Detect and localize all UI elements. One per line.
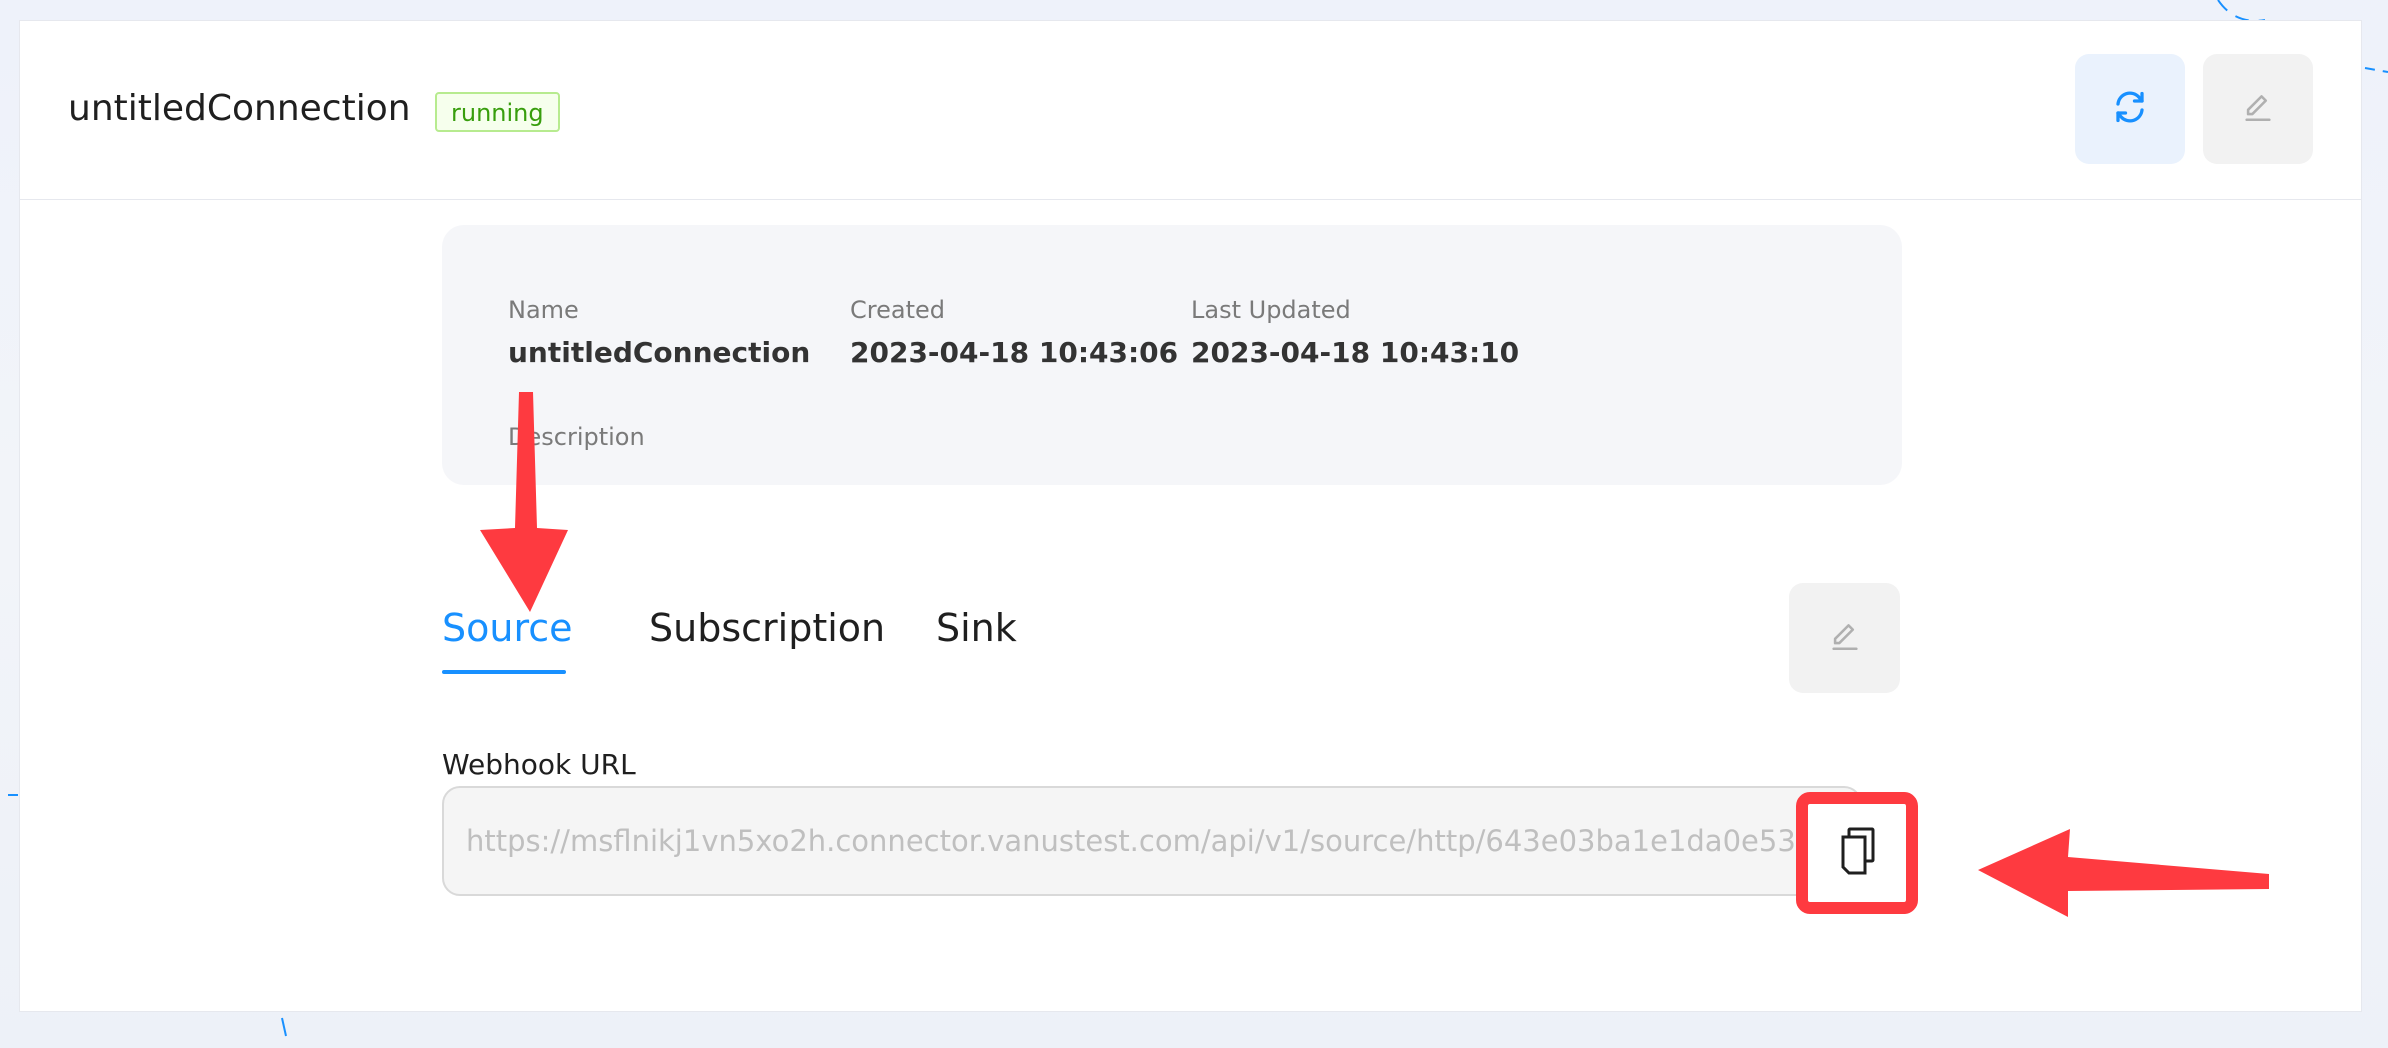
tab-subscription[interactable]: Subscription (649, 606, 885, 650)
tab-sink[interactable]: Sink (936, 606, 1017, 650)
name-field: Name untitledConnection (508, 295, 810, 371)
active-tab-indicator (442, 670, 566, 674)
copy-icon (1834, 825, 1880, 881)
page-header: untitledConnection running (20, 21, 2361, 200)
updated-label: Last Updated (1191, 296, 1351, 324)
edit-icon (2241, 90, 2275, 128)
created-label: Created (850, 296, 945, 324)
page-title: untitledConnection (68, 88, 411, 129)
copy-url-button[interactable] (1796, 792, 1918, 914)
connection-info-panel: Name untitledConnection Created 2023-04-… (442, 225, 1902, 485)
edit-connection-button[interactable] (2203, 54, 2313, 164)
updated-field: Last Updated 2023-04-18 10:43:10 (1191, 295, 1519, 371)
refresh-icon (2112, 89, 2148, 129)
tab-source[interactable]: Source (442, 606, 573, 650)
name-label: Name (508, 296, 579, 324)
webhook-url-input[interactable] (442, 786, 1862, 896)
edit-icon (1828, 619, 1862, 657)
description-label: Description (508, 423, 645, 451)
created-value: 2023-04-18 10:43:06 (850, 336, 1179, 369)
description-field: Description (508, 422, 645, 452)
edit-source-button[interactable] (1789, 583, 1900, 693)
name-value: untitledConnection (508, 336, 811, 369)
refresh-button[interactable] (2075, 54, 2185, 164)
webhook-url-label: Webhook URL (442, 748, 636, 781)
created-field: Created 2023-04-18 10:43:06 (850, 295, 1178, 371)
status-badge: running (435, 92, 560, 132)
updated-value: 2023-04-18 10:43:10 (1191, 336, 1520, 369)
